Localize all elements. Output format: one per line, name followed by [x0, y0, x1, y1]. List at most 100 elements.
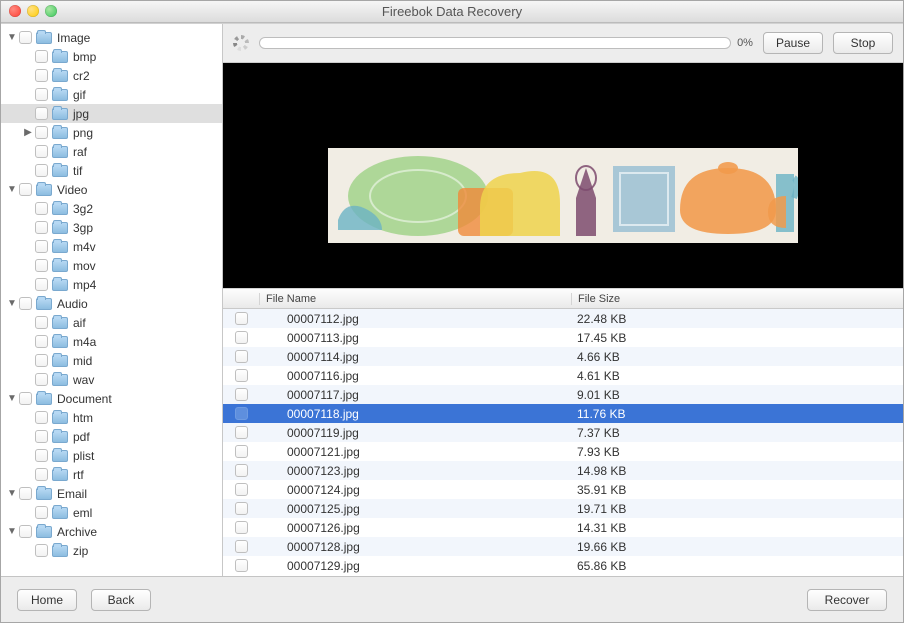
- tree-category[interactable]: ▼Image: [1, 28, 222, 47]
- file-row[interactable]: 00007117.jpg9.01 KB: [223, 385, 903, 404]
- file-row[interactable]: 00007114.jpg4.66 KB: [223, 347, 903, 366]
- item-checkbox[interactable]: [35, 259, 48, 272]
- pause-button[interactable]: Pause: [763, 32, 823, 54]
- file-checkbox[interactable]: [235, 388, 248, 401]
- column-header-size[interactable]: File Size: [571, 293, 903, 305]
- file-checkbox[interactable]: [235, 483, 248, 496]
- tree-item[interactable]: jpg: [1, 104, 222, 123]
- item-checkbox[interactable]: [35, 354, 48, 367]
- file-checkbox[interactable]: [235, 350, 248, 363]
- tree-item[interactable]: eml: [1, 503, 222, 522]
- item-checkbox[interactable]: [35, 430, 48, 443]
- tree-item[interactable]: tif: [1, 161, 222, 180]
- item-checkbox[interactable]: [35, 278, 48, 291]
- tree-item[interactable]: plist: [1, 446, 222, 465]
- file-checkbox[interactable]: [235, 407, 248, 420]
- tree-item[interactable]: 3gp: [1, 218, 222, 237]
- tree-item[interactable]: rtf: [1, 465, 222, 484]
- category-sidebar[interactable]: ▼Imagebmpcr2gifjpg▶pngraftif▼Video3g23gp…: [1, 24, 223, 576]
- tree-item[interactable]: mid: [1, 351, 222, 370]
- tree-item[interactable]: bmp: [1, 47, 222, 66]
- category-checkbox[interactable]: [19, 525, 32, 538]
- file-row[interactable]: 00007125.jpg19.71 KB: [223, 499, 903, 518]
- home-button[interactable]: Home: [17, 589, 77, 611]
- file-table[interactable]: File Name File Size 00007112.jpg22.48 KB…: [223, 288, 903, 576]
- item-checkbox[interactable]: [35, 202, 48, 215]
- item-checkbox[interactable]: [35, 373, 48, 386]
- item-checkbox[interactable]: [35, 335, 48, 348]
- item-checkbox[interactable]: [35, 107, 48, 120]
- tree-item[interactable]: wav: [1, 370, 222, 389]
- item-checkbox[interactable]: [35, 221, 48, 234]
- chevron-down-icon[interactable]: ▼: [5, 393, 17, 404]
- tree-item[interactable]: gif: [1, 85, 222, 104]
- tree-item[interactable]: zip: [1, 541, 222, 560]
- tree-item[interactable]: 3g2: [1, 199, 222, 218]
- stop-button[interactable]: Stop: [833, 32, 893, 54]
- tree-item[interactable]: aif: [1, 313, 222, 332]
- item-checkbox[interactable]: [35, 411, 48, 424]
- item-checkbox[interactable]: [35, 240, 48, 253]
- item-checkbox[interactable]: [35, 145, 48, 158]
- file-row[interactable]: 00007118.jpg11.76 KB: [223, 404, 903, 423]
- back-button[interactable]: Back: [91, 589, 151, 611]
- item-checkbox[interactable]: [35, 126, 48, 139]
- file-row[interactable]: 00007119.jpg7.37 KB: [223, 423, 903, 442]
- item-checkbox[interactable]: [35, 544, 48, 557]
- category-checkbox[interactable]: [19, 183, 32, 196]
- file-row[interactable]: 00007121.jpg7.93 KB: [223, 442, 903, 461]
- tree-category[interactable]: ▼Video: [1, 180, 222, 199]
- item-checkbox[interactable]: [35, 50, 48, 63]
- file-row[interactable]: 00007129.jpg65.86 KB: [223, 556, 903, 575]
- file-checkbox[interactable]: [235, 331, 248, 344]
- minimize-window-button[interactable]: [27, 5, 39, 17]
- file-checkbox[interactable]: [235, 521, 248, 534]
- category-checkbox[interactable]: [19, 297, 32, 310]
- tree-item[interactable]: raf: [1, 142, 222, 161]
- tree-item[interactable]: mov: [1, 256, 222, 275]
- file-checkbox[interactable]: [235, 540, 248, 553]
- tree-item[interactable]: htm: [1, 408, 222, 427]
- close-window-button[interactable]: [9, 5, 21, 17]
- tree-item[interactable]: cr2: [1, 66, 222, 85]
- file-row[interactable]: 00007123.jpg14.98 KB: [223, 461, 903, 480]
- item-checkbox[interactable]: [35, 88, 48, 101]
- file-row[interactable]: 00007126.jpg14.31 KB: [223, 518, 903, 537]
- tree-item[interactable]: m4a: [1, 332, 222, 351]
- file-checkbox[interactable]: [235, 369, 248, 382]
- chevron-right-icon[interactable]: ▶: [21, 127, 33, 138]
- item-checkbox[interactable]: [35, 69, 48, 82]
- file-checkbox[interactable]: [235, 312, 248, 325]
- file-checkbox[interactable]: [235, 445, 248, 458]
- tree-item[interactable]: ▶png: [1, 123, 222, 142]
- tree-category[interactable]: ▼Document: [1, 389, 222, 408]
- chevron-down-icon[interactable]: ▼: [5, 184, 17, 195]
- tree-item[interactable]: mp4: [1, 275, 222, 294]
- file-row[interactable]: 00007116.jpg4.61 KB: [223, 366, 903, 385]
- tree-item[interactable]: m4v: [1, 237, 222, 256]
- file-checkbox[interactable]: [235, 464, 248, 477]
- category-checkbox[interactable]: [19, 392, 32, 405]
- tree-category[interactable]: ▼Audio: [1, 294, 222, 313]
- column-header-name[interactable]: File Name: [259, 293, 571, 305]
- item-checkbox[interactable]: [35, 468, 48, 481]
- chevron-down-icon[interactable]: ▼: [5, 488, 17, 499]
- chevron-down-icon[interactable]: ▼: [5, 526, 17, 537]
- item-checkbox[interactable]: [35, 449, 48, 462]
- category-checkbox[interactable]: [19, 31, 32, 44]
- tree-category[interactable]: ▼Archive: [1, 522, 222, 541]
- file-row[interactable]: 00007112.jpg22.48 KB: [223, 309, 903, 328]
- file-checkbox[interactable]: [235, 426, 248, 439]
- zoom-window-button[interactable]: [45, 5, 57, 17]
- file-checkbox[interactable]: [235, 502, 248, 515]
- chevron-down-icon[interactable]: ▼: [5, 298, 17, 309]
- tree-category[interactable]: ▼Email: [1, 484, 222, 503]
- category-checkbox[interactable]: [19, 487, 32, 500]
- item-checkbox[interactable]: [35, 316, 48, 329]
- item-checkbox[interactable]: [35, 164, 48, 177]
- file-checkbox[interactable]: [235, 559, 248, 572]
- file-row[interactable]: 00007128.jpg19.66 KB: [223, 537, 903, 556]
- file-row[interactable]: 00007113.jpg17.45 KB: [223, 328, 903, 347]
- file-row[interactable]: 00007124.jpg35.91 KB: [223, 480, 903, 499]
- item-checkbox[interactable]: [35, 506, 48, 519]
